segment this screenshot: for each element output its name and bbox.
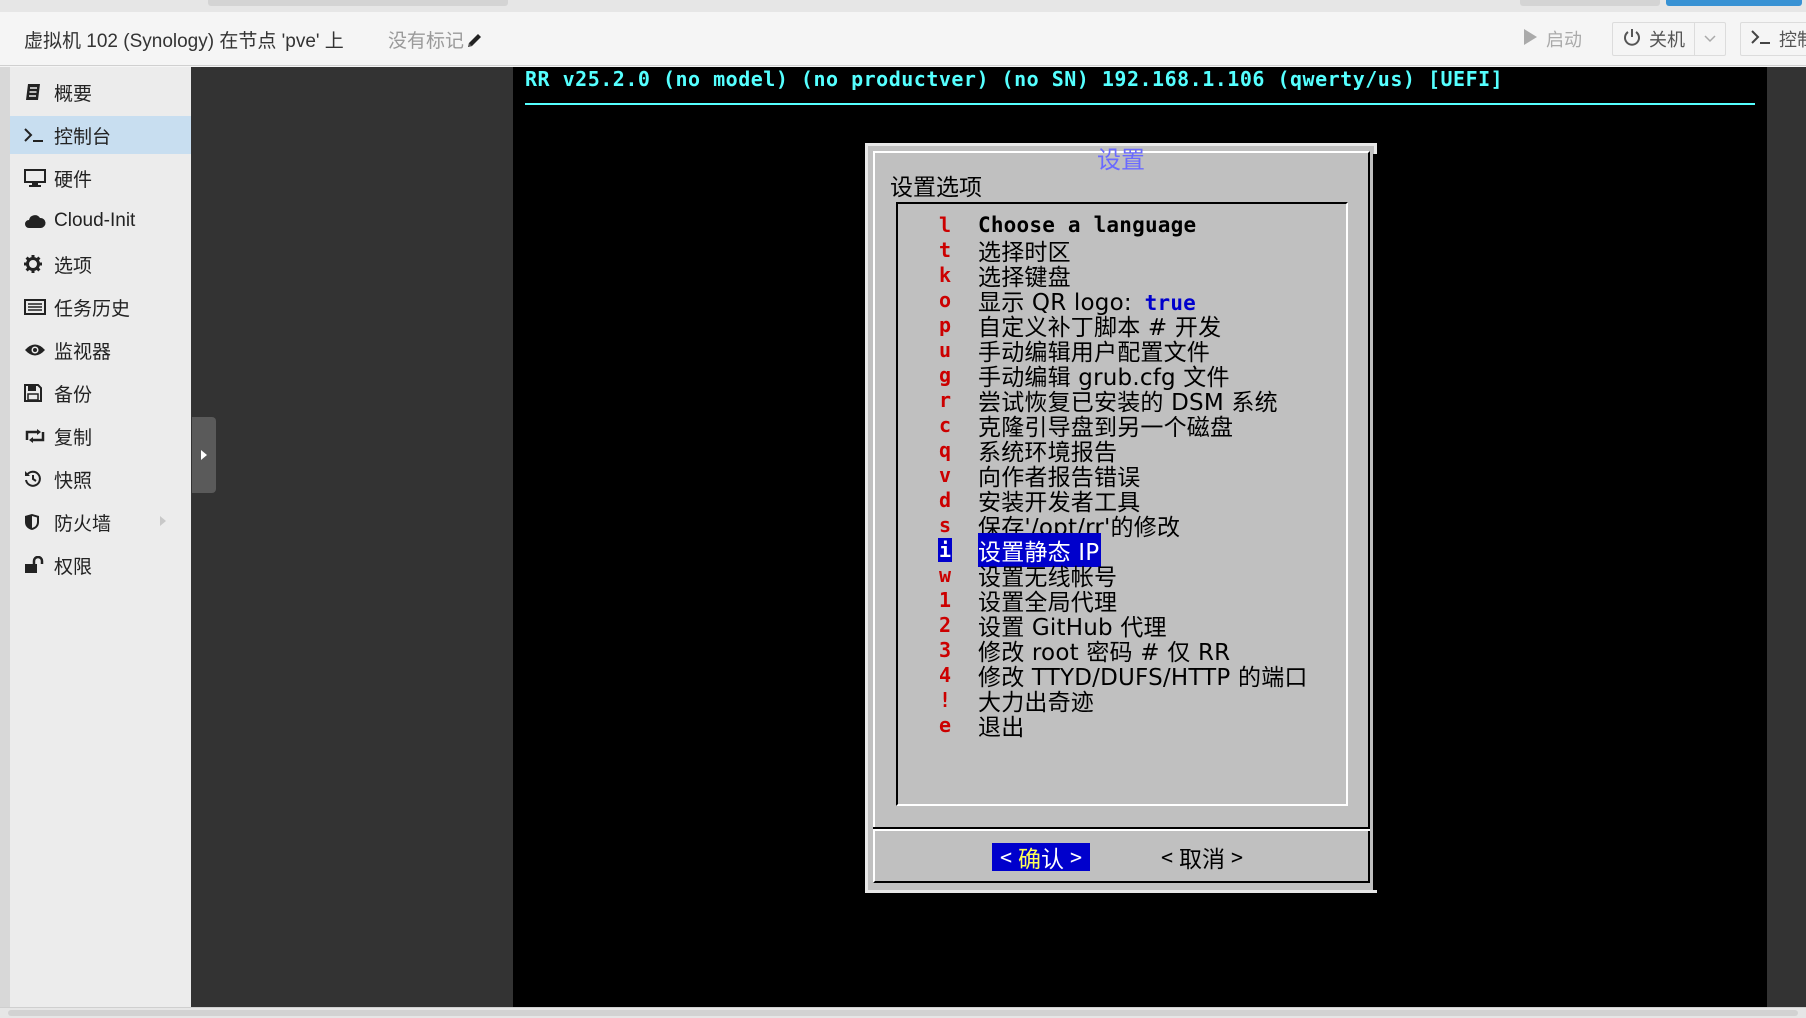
shutdown-label: 关机 xyxy=(1649,30,1685,50)
ok-hotkey: 确 xyxy=(1018,847,1042,873)
menu-hotkey: d xyxy=(938,487,952,512)
menu-hotkey: s xyxy=(938,512,952,537)
dialog-shadow xyxy=(1373,154,1377,890)
sidebar-item-label: 选项 xyxy=(54,255,93,277)
menu-hotkey: 3 xyxy=(938,637,952,662)
sidebar-item-console[interactable]: 控制台 xyxy=(10,116,191,154)
terminal-divider xyxy=(525,103,1755,105)
sidebar-item-snapshots[interactable]: 快照 xyxy=(10,460,191,498)
menu-hotkey: 2 xyxy=(938,612,952,637)
sidebar-item-label: 控制台 xyxy=(54,126,112,148)
menu-hotkey: q xyxy=(938,437,952,462)
list-icon xyxy=(24,299,54,315)
browser-top-strip xyxy=(0,0,1806,12)
sidebar-item-cloud-init[interactable]: Cloud-Init xyxy=(10,202,191,240)
settings-dialog: 设置 设置选项 l Choose a language t 选择时区 k 选择键盘 o… xyxy=(865,143,1377,893)
console-label: 控制 xyxy=(1779,30,1806,50)
terminal-status-line: RR v25.2.0 (no model) (no productver) (n… xyxy=(525,67,1504,91)
terminal-icon xyxy=(1751,29,1771,50)
sidebar-item-label: 概要 xyxy=(54,83,93,105)
sidebar-item-label: Cloud-Init xyxy=(54,210,136,231)
chevron-right-icon xyxy=(159,515,167,530)
menu-hotkey: 1 xyxy=(938,587,952,612)
chevron-down-icon[interactable] xyxy=(1694,23,1725,55)
sidebar-item-label: 任务历史 xyxy=(54,298,131,320)
ok-button[interactable]: < 确认 > xyxy=(992,843,1091,873)
shield-icon xyxy=(24,513,54,531)
sidebar-item-summary[interactable]: 概要 xyxy=(10,73,191,111)
play-icon xyxy=(1522,28,1538,51)
menu-hotkey: g xyxy=(938,362,952,387)
sidebar-item-replication[interactable]: 复制 xyxy=(10,417,191,455)
eye-icon xyxy=(24,343,54,357)
menu-list: l Choose a language t 选择时区 k 选择键盘 o 显示 QR lo… xyxy=(896,202,1348,806)
summary-icon xyxy=(24,83,54,101)
monitor-icon xyxy=(24,169,54,187)
sidebar-item-hardware[interactable]: 硬件 xyxy=(10,159,191,197)
tags-label: 没有标记 xyxy=(388,31,465,52)
collapse-handle[interactable] xyxy=(192,417,216,493)
shutdown-button[interactable]: 关机 xyxy=(1612,22,1726,56)
top-tab-active[interactable] xyxy=(1666,0,1802,6)
vm-header: 虚拟机 102 (Synology) 在节点 'pve' 上 没有标记 启动 关… xyxy=(0,12,1806,66)
start-button[interactable]: 启动 xyxy=(1512,22,1592,56)
ok-label: 认 xyxy=(1041,847,1065,873)
menu-hotkey: p xyxy=(938,312,952,337)
cancel-button[interactable]: < 取消 > xyxy=(1155,843,1249,873)
page-title: 虚拟机 102 (Synology) 在节点 'pve' 上 xyxy=(24,31,344,52)
sidebar-item-monitor[interactable]: 监视器 xyxy=(10,331,191,369)
menu-hotkey: u xyxy=(938,337,952,362)
horizontal-scrollbar[interactable] xyxy=(0,1007,1806,1018)
menu-hotkey: v xyxy=(938,462,952,487)
menu-hotkey: ! xyxy=(938,687,952,712)
save-icon xyxy=(24,384,54,402)
menu-hotkey: r xyxy=(938,387,952,412)
sidebar-item-firewall[interactable]: 防火墙 xyxy=(10,503,191,541)
vnc-terminal[interactable]: RR v25.2.0 (no model) (no productver) (n… xyxy=(513,67,1767,1007)
button-separator xyxy=(873,829,1370,831)
sidebar-item-task-history[interactable]: 任务历史 xyxy=(10,288,191,326)
sidebar-item-label: 复制 xyxy=(54,427,93,449)
power-icon xyxy=(1623,28,1641,51)
sidebar-item-label: 监视器 xyxy=(54,341,112,363)
sidebar-item-label: 备份 xyxy=(54,384,93,406)
sidebar-item-label: 硬件 xyxy=(54,169,93,191)
pencil-icon[interactable] xyxy=(466,31,484,49)
sidebar-item-label: 快照 xyxy=(54,470,93,492)
sidebar-item-backup[interactable]: 备份 xyxy=(10,374,191,412)
menu-hotkey: l xyxy=(938,212,952,237)
sidebar-item-permissions[interactable]: 权限 xyxy=(10,546,191,584)
history-icon xyxy=(24,470,54,488)
menu-hotkey: k xyxy=(938,262,952,287)
top-tab[interactable] xyxy=(208,0,508,6)
sidebar-item-label: 权限 xyxy=(54,556,93,578)
menu-hotkey: t xyxy=(938,237,952,262)
unlock-icon xyxy=(24,556,54,574)
scrollbar-thumb[interactable] xyxy=(8,1010,1798,1016)
menu-hotkey: w xyxy=(938,562,952,587)
sidebar-item-label: 防火墙 xyxy=(54,513,112,535)
menu-hotkey: c xyxy=(938,412,952,437)
terminal-icon xyxy=(24,127,54,143)
dialog-subtitle: 设置选项 xyxy=(890,175,982,201)
menu-hotkey: 4 xyxy=(938,662,952,687)
sidebar: 概要 控制台 硬件 Cloud-Init 选项 任务历史 监视器 备份 复制 快… xyxy=(0,67,191,1007)
gear-icon xyxy=(24,255,54,273)
sidebar-item-options[interactable]: 选项 xyxy=(10,245,191,283)
start-label: 启动 xyxy=(1546,30,1582,50)
console-button[interactable]: 控制 xyxy=(1740,22,1806,56)
retweet-icon xyxy=(24,428,54,444)
menu-hotkey: i xyxy=(938,537,952,562)
cloud-icon xyxy=(24,213,54,229)
tags-editor[interactable]: 没有标记 xyxy=(388,26,484,53)
caret-right-icon xyxy=(201,450,207,460)
top-tab[interactable] xyxy=(1520,0,1660,6)
menu-hotkey: o xyxy=(938,287,952,312)
menu-label: 退出 xyxy=(978,714,1025,741)
menu-hotkey: e xyxy=(938,712,952,737)
cancel-label: 取消 xyxy=(1179,847,1226,873)
